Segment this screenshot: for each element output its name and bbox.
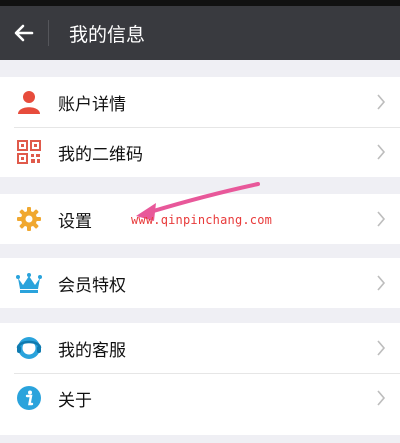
menu-item-about[interactable]: 关于 (0, 373, 400, 423)
info-icon (14, 383, 44, 413)
chevron-right-icon (368, 258, 394, 308)
menu-item-my-qr-code[interactable]: 我的二维码 (0, 127, 400, 177)
customer-service-icon (14, 333, 44, 363)
group-account: 账户详情 我的二维码 (0, 77, 400, 177)
menu-item-member-privileges[interactable]: 会员特权 (0, 258, 400, 308)
menu-item-label: 我的二维码 (58, 144, 143, 165)
menu-item-label: 我的客服 (58, 340, 126, 361)
chevron-right-icon (368, 323, 394, 373)
menu-item-label: 会员特权 (58, 275, 126, 296)
qr-code-icon (14, 137, 44, 167)
chevron-right-icon (368, 127, 394, 177)
header-divider (48, 20, 49, 46)
chevron-right-icon (368, 194, 394, 244)
chevron-right-icon (368, 77, 394, 127)
menu-item-label: 关于 (58, 390, 92, 411)
page-title: 我的信息 (69, 23, 146, 46)
menu-item-account-details[interactable]: 账户详情 (0, 77, 400, 127)
group-membership: 会员特权 (0, 258, 400, 308)
crown-icon (14, 268, 44, 298)
menu-item-label: 账户详情 (58, 94, 126, 115)
group-support: 我的客服 关于 (0, 323, 400, 435)
person-icon (14, 87, 44, 117)
back-arrow-icon (14, 24, 34, 42)
back-button[interactable] (0, 6, 48, 60)
header-bar: 我的信息 (0, 6, 400, 60)
chevron-right-icon (368, 373, 394, 423)
menu-item-customer-service[interactable]: 我的客服 (0, 323, 400, 373)
gear-icon (14, 204, 44, 234)
watermark-text: www.qinpinchang.com (131, 213, 273, 227)
